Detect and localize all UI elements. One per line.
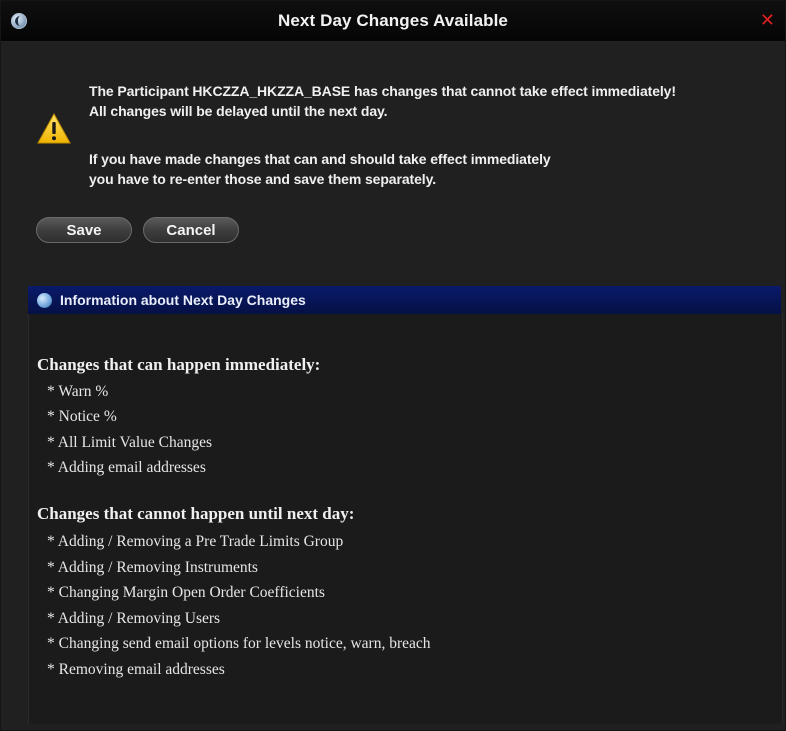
next-day-item: * Changing Margin Open Order Coefficient… <box>47 584 325 601</box>
dialog-title: Next Day Changes Available <box>278 11 508 30</box>
next-day-item: * Adding / Removing Instruments <box>47 559 258 576</box>
app-logo-icon <box>11 13 27 29</box>
next-day-item: * Removing email addresses <box>47 661 225 678</box>
next-day-item: * Changing send email options for levels… <box>47 635 431 652</box>
immediate-item: * All Limit Value Changes <box>47 434 213 451</box>
message-line-4: you have to re-enter those and save them… <box>89 171 437 187</box>
save-button[interactable]: Save <box>36 217 132 243</box>
warning-icon <box>37 112 71 144</box>
next-day-changes-heading: Changes that cannot happen until next da… <box>37 504 355 523</box>
immediate-item: * Warn % <box>47 383 109 400</box>
info-section-header[interactable]: Information about Next Day Changes <box>28 286 781 314</box>
close-icon[interactable]: ✕ <box>760 11 775 29</box>
immediate-item: * Adding email addresses <box>47 459 206 476</box>
immediate-item: * Notice % <box>47 408 117 425</box>
message-line-1: The Participant HKCZZA_HKZZA_BASE has ch… <box>89 83 676 99</box>
title-bar[interactable]: Next Day Changes Available ✕ <box>1 1 785 41</box>
next-day-item: * Adding / Removing Users <box>47 610 221 627</box>
immediate-changes-heading: Changes that can happen immediately: <box>37 355 321 374</box>
message-line-2: All changes will be delayed until the ne… <box>89 103 388 119</box>
info-panel: Changes that can happen immediately: * W… <box>28 314 783 724</box>
next-day-item: * Adding / Removing a Pre Trade Limits G… <box>47 533 344 550</box>
next-day-changes-dialog: Next Day Changes Available ✕ The Partici… <box>0 0 786 731</box>
info-icon <box>37 292 52 308</box>
cancel-button[interactable]: Cancel <box>143 217 239 243</box>
message-line-3: If you have made changes that can and sh… <box>89 151 551 167</box>
info-section-title: Information about Next Day Changes <box>60 292 306 308</box>
